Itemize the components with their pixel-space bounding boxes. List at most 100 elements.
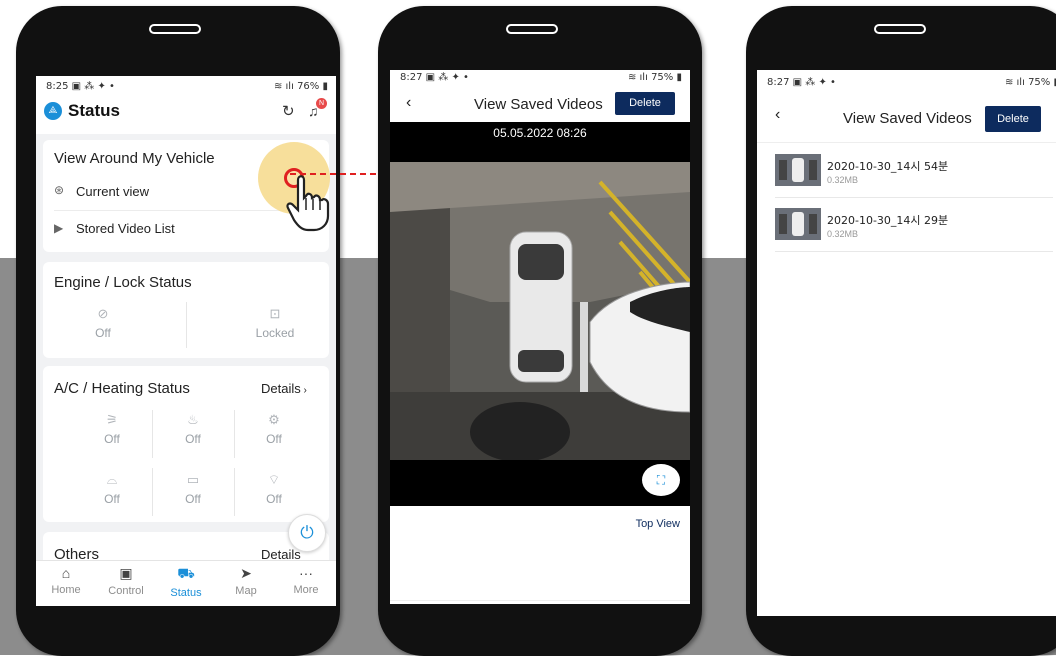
video-list-screen: 8:27 ▣ ⁂ ✦ • ≋ ılı 75% ▮ ‹ View Saved Vi…: [757, 70, 1056, 616]
clock: 8:27: [400, 72, 423, 83]
camera-360-icon: ⊛: [54, 183, 65, 197]
fullscreen-capture-icon[interactable]: ⛶: [642, 464, 680, 496]
divider: [390, 600, 690, 601]
power-button[interactable]: ⏻: [288, 514, 326, 552]
fan-off-icon: ⚞: [106, 412, 118, 427]
battery-icon: ▮: [322, 81, 328, 92]
ac-cell: ▭ Off: [153, 472, 233, 506]
video-size: 0.32MB: [827, 229, 859, 239]
nav-control[interactable]: ▣ Control: [96, 565, 156, 597]
engine-lock-title: Engine / Lock Status: [54, 274, 192, 291]
back-arrow-icon[interactable]: ‹: [406, 94, 411, 112]
mirror-heat-icon: ⌔: [267, 472, 281, 487]
video-thumbnail: [775, 208, 821, 240]
divider: [152, 410, 153, 458]
ac-cell-value: Off: [266, 432, 282, 446]
delete-button[interactable]: Delete: [615, 92, 675, 115]
page-title: View Saved Videos: [474, 96, 603, 113]
car-thumbnail-icon: [775, 154, 821, 186]
view-mode-label: Top View: [635, 518, 680, 530]
ac-cell-value: Off: [104, 492, 120, 506]
current-view-link[interactable]: Current view: [76, 184, 149, 199]
nav-map[interactable]: ➤ Map: [216, 565, 276, 597]
battery-level: 76%: [297, 81, 320, 92]
status-icons: ▣ ⁂ ✦ •: [792, 77, 836, 88]
divider: [234, 410, 235, 458]
battery-icon: ▮: [676, 72, 682, 83]
ac-cell-value: Off: [104, 432, 120, 446]
lock-value: Locked: [255, 326, 295, 340]
page-title: View Saved Videos: [843, 110, 972, 127]
wifi-signal-icon: ≋ ılı: [1004, 77, 1025, 88]
status-bar-right: ≋ ılı 75% ▮: [1005, 77, 1056, 88]
engine-off-icon: ⊘: [97, 306, 109, 321]
seat-heat-icon: ♨: [187, 412, 199, 427]
nav-label: Status: [170, 587, 202, 599]
video-timestamp: 05.05.2022 08:26: [493, 126, 587, 140]
nav-home[interactable]: ⌂ Home: [36, 565, 96, 596]
nav-label: Home: [51, 584, 81, 596]
video-list-item[interactable]: 2020-10-30_14시 29분 0.32MB: [775, 204, 1053, 252]
video-list-item[interactable]: 2020-10-30_14시 54분 0.32MB: [775, 150, 1053, 198]
status-icons: ▣ ⁂ ✦ •: [425, 72, 469, 83]
nav-label: Control: [108, 585, 144, 597]
video-name: 2020-10-30_14시 54분: [827, 160, 949, 173]
ac-cell-value: Off: [185, 492, 201, 506]
engine-lock-card: Engine / Lock Status ⊘ Off ⊡ Locked: [43, 262, 329, 358]
top-view-camera-image: [390, 162, 690, 460]
nav-status[interactable]: ⛟ Status: [156, 565, 216, 599]
bottom-nav: ⌂ Home ▣ Control ⛟ Status ➤ Map ··· More: [36, 560, 336, 606]
ac-cell: ⌓ Off: [72, 472, 152, 506]
car-icon: ⛟: [177, 565, 195, 581]
engine-value: Off: [95, 326, 111, 340]
speaker-slot: [506, 24, 558, 34]
clock: 8:25: [46, 81, 69, 92]
share-logo-icon: ⟁: [44, 102, 62, 120]
wifi-signal-icon: ≋ ılı: [627, 72, 648, 83]
status-bar-left: 8:27 ▣ ⁂ ✦ •: [767, 77, 836, 88]
video-thumbnail: [775, 154, 821, 186]
divider: [234, 468, 235, 516]
back-arrow-icon[interactable]: ‹: [775, 106, 780, 124]
navigation-arrow-icon: ➤: [240, 565, 252, 581]
status-header: 8:25 ▣ ⁂ ✦ • ≋ ılı 76% ▮ ⟁ Status ↻ ♫ N: [36, 76, 336, 134]
video-size: 0.32MB: [827, 175, 859, 185]
video-frame[interactable]: 05.05.2022 08:26 ⛶: [390, 122, 690, 506]
phone-video-list: 8:27 ▣ ⁂ ✦ • ≋ ılı 75% ▮ ‹ View Saved Vi…: [746, 6, 1056, 656]
status-bar-left: 8:27 ▣ ⁂ ✦ •: [400, 72, 469, 83]
ac-cell: ♨ Off: [153, 412, 233, 446]
engine-status: ⊘ Off: [63, 306, 143, 340]
nav-label: More: [293, 584, 319, 596]
phone-status: 8:25 ▣ ⁂ ✦ • ≋ ılı 76% ▮ ⟁ Status ↻ ♫ N …: [16, 6, 340, 656]
stored-video-list-link[interactable]: Stored Video List: [76, 221, 175, 236]
ac-details-link[interactable]: Details ›: [261, 381, 307, 396]
divider: [757, 142, 1056, 143]
ac-cell: ⌔ Off: [234, 472, 314, 506]
ac-heating-title: A/C / Heating Status: [54, 380, 190, 397]
status-screen: 8:25 ▣ ⁂ ✦ • ≋ ılı 76% ▮ ⟁ Status ↻ ♫ N …: [36, 76, 336, 606]
video-name: 2020-10-30_14시 29분: [827, 214, 949, 227]
video-list-icon: ▶: [54, 221, 64, 235]
divider: [152, 468, 153, 516]
clock: 8:27: [767, 77, 790, 88]
delete-button[interactable]: Delete: [985, 106, 1041, 132]
rear-defrost-icon: ▭: [186, 472, 200, 487]
remote-icon: ▣: [119, 565, 133, 581]
ac-heating-card: A/C / Heating Status Details › ⚞ Off ♨ Off…: [43, 366, 329, 522]
lock-icon: ⊡: [269, 306, 281, 321]
lock-status: ⊡ Locked: [235, 306, 315, 340]
steering-heat-icon: ⚙: [268, 412, 280, 427]
around-vehicle-title: View Around My Vehicle: [54, 150, 215, 167]
refresh-icon[interactable]: ↻: [282, 102, 295, 120]
status-icons: ▣ ⁂ ✦ •: [71, 81, 115, 92]
divider: [186, 302, 187, 348]
ac-cell: ⚙ Off: [234, 412, 314, 446]
nav-label: Map: [235, 585, 257, 597]
ac-cell-value: Off: [185, 432, 201, 446]
car-thumbnail-icon: [775, 208, 821, 240]
status-bar-right: ≋ ılı 75% ▮: [628, 72, 682, 83]
nav-more[interactable]: ··· More: [276, 565, 336, 596]
speaker-slot: [149, 24, 201, 34]
wifi-signal-icon: ≋ ılı: [273, 81, 294, 92]
front-defrost-icon: ⌓: [106, 472, 118, 487]
